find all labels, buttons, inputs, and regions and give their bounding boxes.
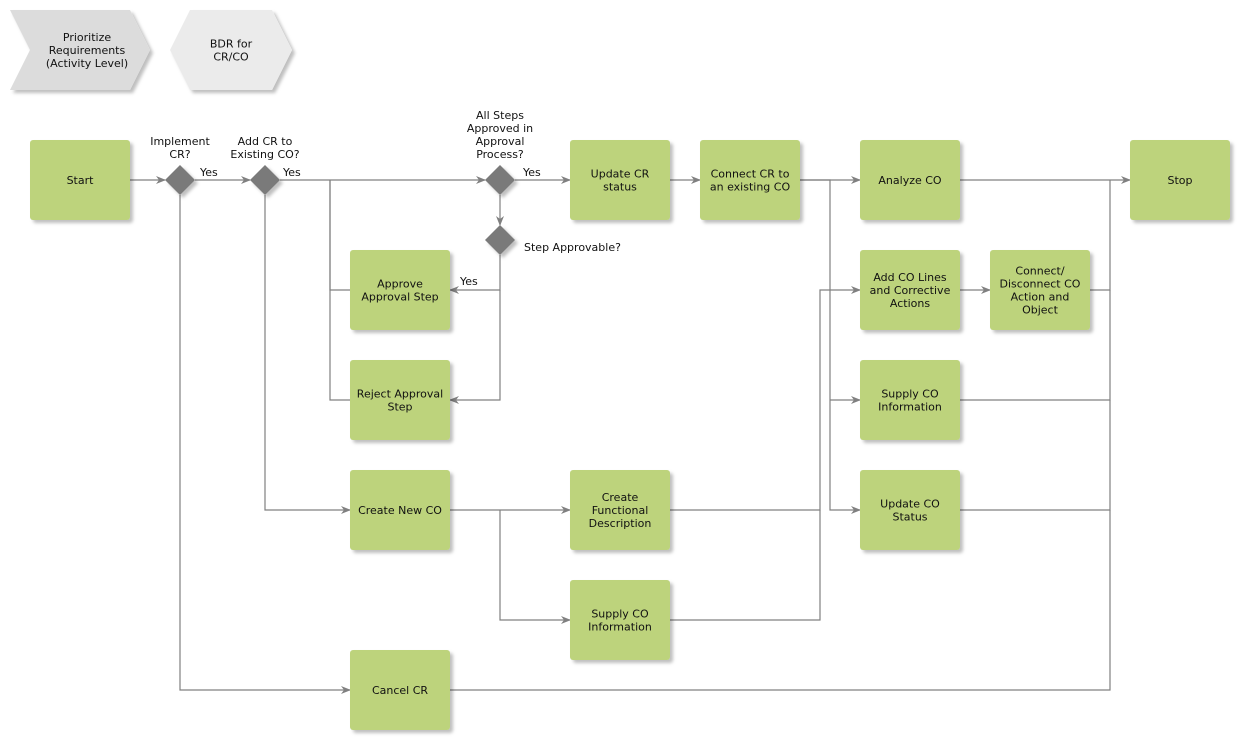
node-label: Functional	[592, 504, 649, 517]
activity-connect-disc[interactable]: Connect/Disconnect COAction andObject	[990, 250, 1090, 330]
connector	[670, 289, 830, 511]
connector	[800, 179, 861, 514]
node-label: Information	[878, 401, 942, 414]
connector	[960, 400, 1111, 511]
connector	[264, 195, 351, 514]
connector	[1090, 180, 1111, 291]
node-label: Create	[602, 491, 639, 504]
node-label: Approval Step	[361, 291, 438, 304]
node-label: Connect/	[1015, 265, 1064, 278]
node-label: Requirements	[49, 44, 126, 57]
node-label: Prioritize	[63, 31, 111, 44]
node-label: an existing CO	[710, 181, 791, 194]
node-label: CR/CO	[213, 51, 249, 64]
activity-func-desc[interactable]: CreateFunctionalDescription	[570, 470, 670, 550]
process-link-nav2[interactable]: BDR forCR/CO	[170, 10, 292, 90]
activity-approve[interactable]: ApproveApproval Step	[350, 250, 450, 330]
node-label: Supply CO	[881, 388, 939, 401]
process-link-nav1[interactable]: PrioritizeRequirements(Activity Level)	[10, 10, 150, 90]
node-label: Step	[387, 401, 412, 414]
activity-supply-b[interactable]: Supply COInformation	[570, 580, 670, 660]
activity-analyze[interactable]: Analyze CO	[860, 140, 960, 220]
edge-label-yes: Yes	[282, 166, 301, 179]
node-label: (Activity Level)	[46, 57, 128, 70]
node-label: Status	[892, 511, 927, 524]
node-label: and Corrective	[870, 284, 951, 297]
node-label: Reject Approval	[357, 388, 443, 401]
node-label: Supply CO	[591, 608, 649, 621]
node-label: All Steps	[476, 109, 524, 122]
decision-diamond	[250, 165, 280, 195]
connector	[670, 510, 821, 621]
activity-reject[interactable]: Reject ApprovalStep	[350, 360, 450, 440]
node-label: Step Approvable?	[524, 241, 621, 254]
activity-stop[interactable]: Stop	[1130, 140, 1230, 220]
node-label: Add CO Lines	[873, 271, 947, 284]
process-diagram: Yes Yes Yes Yes PrioritizeRequirements(Acti…	[10, 10, 1230, 730]
connector	[450, 510, 1111, 691]
node-label: Existing CO?	[230, 148, 299, 161]
node-label: Description	[589, 517, 652, 530]
connector	[329, 180, 350, 291]
node-label: status	[603, 181, 637, 194]
node-label: Information	[588, 621, 652, 634]
activity-cancel[interactable]: Cancel CR	[350, 650, 450, 730]
activity-add-lines[interactable]: Add CO Linesand CorrectiveActions	[860, 250, 960, 330]
activity-start[interactable]: Start	[30, 140, 130, 220]
node-label: Action and	[1011, 291, 1070, 304]
node-label: Add CR to	[238, 135, 293, 148]
node-label: Approved in	[467, 122, 533, 135]
activity-update-co[interactable]: Update COStatus	[860, 470, 960, 550]
node-label: Connect CR to	[711, 168, 790, 181]
decision-d4[interactable]: Step Approvable?	[485, 225, 621, 255]
connector	[499, 510, 571, 624]
activity-create-co[interactable]: Create New CO	[350, 470, 450, 550]
node-label: Disconnect CO	[1000, 278, 1081, 291]
node-label: Object	[1022, 304, 1059, 317]
node-label: Implement	[150, 135, 210, 148]
decision-d2[interactable]: Add CR toExisting CO?	[230, 135, 300, 195]
node-label: Approve	[377, 278, 423, 291]
node-label: Analyze CO	[878, 174, 942, 187]
node-label: Start	[67, 174, 95, 187]
node-label: Update CO	[880, 498, 940, 511]
decision-d1[interactable]: ImplementCR?	[150, 135, 210, 195]
activity-update-cr[interactable]: Update CRstatus	[570, 140, 670, 220]
connector	[449, 290, 501, 404]
decision-diamond	[485, 225, 515, 255]
edge-label-yes: Yes	[199, 166, 218, 179]
decision-diamond	[165, 165, 195, 195]
node-label: Create New CO	[358, 504, 442, 517]
node-label: BDR for	[210, 38, 253, 51]
node-label: Approval	[476, 135, 525, 148]
edge-label-yes: Yes	[459, 275, 478, 288]
edge-label-yes: Yes	[522, 166, 541, 179]
node-label: CR?	[169, 148, 190, 161]
node-label: Stop	[1167, 174, 1192, 187]
decision-diamond	[485, 165, 515, 195]
activity-supply-r[interactable]: Supply COInformation	[860, 360, 960, 440]
activity-connect-cr[interactable]: Connect CR toan existing CO	[700, 140, 800, 220]
node-label: Process?	[476, 148, 524, 161]
node-label: Actions	[890, 297, 930, 310]
node-label: Update CR	[591, 168, 650, 181]
node-label: Cancel CR	[372, 684, 428, 697]
decision-d3[interactable]: All StepsApproved inApprovalProcess?	[467, 109, 533, 195]
